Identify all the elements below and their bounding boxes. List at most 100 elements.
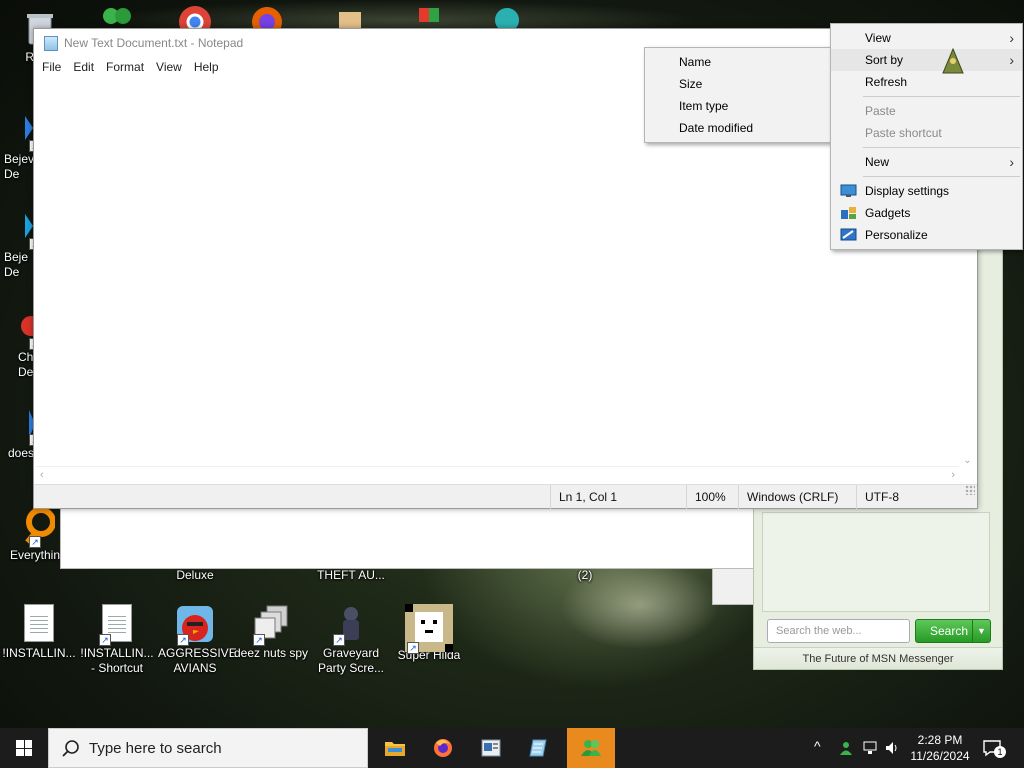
desktop-icon-label: AGGRESSIVE AVIANS bbox=[158, 646, 237, 675]
context-gadgets[interactable]: Gadgets bbox=[831, 202, 1022, 224]
resize-grip-icon[interactable] bbox=[965, 485, 975, 495]
chevron-right-icon: › bbox=[1009, 30, 1014, 46]
horizontal-scrollbar[interactable]: ‹ › bbox=[36, 466, 959, 484]
window-title: New Text Document.txt - Notepad bbox=[64, 36, 244, 50]
desktop-icon-label: Graveyard Party Scre... bbox=[317, 646, 385, 675]
desktop-icon-label-2: (2) bbox=[577, 568, 593, 582]
installing-shortcut-icon[interactable]: ↗ !INSTALLIN... - Shortcut bbox=[80, 604, 154, 676]
sort-by-size[interactable]: Size bbox=[645, 73, 831, 95]
context-paste: Paste bbox=[865, 104, 896, 118]
text-file-icon bbox=[24, 604, 54, 642]
shortcut-arrow-icon: ↗ bbox=[407, 642, 419, 654]
installing-file-icon[interactable]: !INSTALLIN... bbox=[2, 604, 76, 661]
msn-tray-icon[interactable] bbox=[838, 740, 854, 756]
graveyard-party-icon[interactable]: ↗ Graveyard Party Scre... bbox=[314, 604, 388, 676]
taskbar-msn-messenger[interactable] bbox=[567, 728, 615, 768]
desktop-icon-label: !INSTALLIN... - Shortcut bbox=[80, 646, 154, 675]
menu-file[interactable]: File bbox=[36, 57, 67, 77]
sort-by-name[interactable]: Name bbox=[645, 51, 831, 73]
taskbar-search-text: Type here to search bbox=[89, 740, 222, 757]
super-hilda-icon[interactable]: ↗ Super Hilda bbox=[392, 604, 466, 663]
status-encoding: UTF-8 bbox=[856, 485, 956, 509]
clock[interactable]: 2:28 PM 11/26/2024 bbox=[904, 732, 976, 764]
personalize-icon bbox=[840, 228, 857, 241]
background-window[interactable]: ⌄ bbox=[60, 505, 812, 569]
taskbar-notepad[interactable] bbox=[515, 728, 563, 768]
context-display-settings[interactable]: Display settings bbox=[831, 180, 1022, 202]
msn-search-input[interactable]: Search the web... bbox=[767, 619, 910, 643]
menu-separator bbox=[863, 147, 1020, 148]
context-new-label: New bbox=[865, 155, 890, 169]
context-view[interactable]: View › bbox=[831, 27, 1022, 49]
context-display-settings-label: Display settings bbox=[865, 184, 950, 198]
search-icon bbox=[62, 740, 79, 757]
menu-view[interactable]: View bbox=[150, 57, 188, 77]
chevron-down-icon[interactable]: ▼ bbox=[972, 620, 990, 642]
notepad-icon bbox=[529, 739, 547, 757]
chevron-right-icon[interactable]: › bbox=[951, 469, 955, 481]
shortcut-arrow-icon: ↗ bbox=[99, 634, 111, 646]
chevron-down-icon[interactable]: ⌄ bbox=[959, 455, 976, 466]
aggressive-avians-icon[interactable]: ↗ AGGRESSIVE AVIANS bbox=[158, 604, 237, 676]
context-sort-by-label: Sort by bbox=[865, 53, 904, 67]
menu-edit[interactable]: Edit bbox=[67, 57, 100, 77]
shortcut-arrow-icon: ↗ bbox=[29, 536, 41, 548]
taskbar-app[interactable] bbox=[467, 728, 515, 768]
taskbar-file-explorer[interactable] bbox=[371, 728, 419, 768]
context-sort-by[interactable]: Sort by › bbox=[831, 47, 1022, 74]
sort-by-submenu: Name Size Item type Date modified bbox=[644, 47, 832, 143]
menu-separator bbox=[863, 176, 1020, 177]
status-bar: Ln 1, Col 1 100% Windows (CRLF) UTF-8 bbox=[34, 484, 977, 509]
context-paste-shortcut: Paste shortcut bbox=[865, 126, 942, 140]
status-zoom: 100% bbox=[686, 485, 738, 509]
menu-format[interactable]: Format bbox=[100, 57, 150, 77]
taskbar-search-box[interactable]: Type here to search bbox=[48, 728, 368, 768]
shortcut-arrow-icon: ↗ bbox=[333, 634, 345, 646]
context-view-label: View bbox=[865, 31, 891, 45]
gadgets-icon bbox=[841, 207, 856, 219]
chevron-up-icon[interactable]: ^ bbox=[814, 738, 821, 754]
firefox-icon bbox=[434, 739, 452, 757]
notification-center-button[interactable]: 1 bbox=[982, 738, 1006, 758]
notepad-icon bbox=[44, 36, 58, 51]
taskbar-firefox[interactable] bbox=[419, 728, 467, 768]
context-personalize-label: Personalize bbox=[865, 228, 928, 242]
start-button[interactable] bbox=[0, 728, 48, 768]
system-tray: ^ bbox=[812, 728, 902, 768]
desktop-icon-label-theft-auto: THEFT AU... bbox=[317, 568, 385, 582]
msn-messenger-icon bbox=[581, 740, 601, 756]
chevron-left-icon[interactable]: ‹ bbox=[40, 469, 44, 481]
shortcut-arrow-icon: ↗ bbox=[177, 634, 189, 646]
msn-footer: The Future of MSN Messenger bbox=[754, 647, 1002, 669]
shortcut-arrow-icon: ↗ bbox=[253, 634, 265, 646]
file-explorer-icon bbox=[385, 742, 405, 756]
msn-search-button[interactable]: Search ▼ bbox=[915, 619, 991, 643]
desktop-icon-label: !INSTALLIN... bbox=[2, 646, 76, 660]
context-refresh[interactable]: Refresh bbox=[831, 71, 1022, 93]
clock-date: 11/26/2024 bbox=[910, 749, 970, 763]
desktop-icon-label: deez nuts spy bbox=[234, 646, 309, 660]
sort-by-date-modified[interactable]: Date modified bbox=[645, 117, 831, 139]
volume-icon[interactable] bbox=[884, 740, 900, 756]
chevron-right-icon: › bbox=[1009, 52, 1014, 68]
app-icon bbox=[481, 739, 501, 757]
desktop-icon-label-deluxe: Deluxe bbox=[176, 568, 214, 582]
status-line-ending: Windows (CRLF) bbox=[738, 485, 856, 509]
windows-logo-icon bbox=[16, 740, 32, 756]
deez-nuts-spy-icon[interactable]: ↗ deez nuts spy bbox=[234, 604, 308, 661]
network-icon[interactable] bbox=[862, 740, 878, 756]
sort-by-item-type[interactable]: Item type bbox=[645, 95, 831, 117]
chevron-right-icon: › bbox=[1009, 154, 1014, 170]
menu-separator bbox=[863, 96, 1020, 97]
context-gadgets-label: Gadgets bbox=[865, 206, 911, 220]
clock-time: 2:28 PM bbox=[917, 733, 963, 747]
display-icon bbox=[840, 184, 857, 197]
desktop-context-menu: View › Sort by › Refresh Paste Paste sho… bbox=[830, 23, 1023, 250]
context-new[interactable]: New › bbox=[831, 151, 1022, 173]
msn-search-button-label: Search bbox=[930, 624, 969, 638]
notification-count: 1 bbox=[994, 746, 1006, 758]
taskbar: Type here to search ^ 2:28 PM 11/26/2024… bbox=[0, 728, 1024, 768]
context-personalize[interactable]: Personalize bbox=[831, 224, 1022, 246]
menu-help[interactable]: Help bbox=[188, 57, 225, 77]
msn-panel bbox=[762, 512, 990, 612]
